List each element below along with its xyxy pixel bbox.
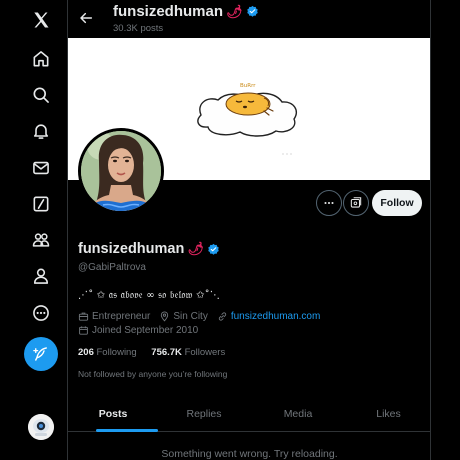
back-arrow-icon[interactable] — [76, 8, 96, 28]
followers-count: 756.7K — [151, 347, 182, 358]
tab-posts[interactable]: Posts — [68, 396, 158, 432]
grok-summary-button[interactable] — [343, 190, 369, 216]
chili-emoji: 🌶 — [187, 241, 204, 256]
profile-joined-row: Joined September 2010 — [78, 325, 198, 336]
profile-website-link[interactable]: funsizedhuman.com — [231, 311, 321, 322]
follow-counts: 206 Following 756.7K Followers — [78, 347, 225, 358]
profile-category: Entrepreneur — [92, 311, 151, 322]
grok-icon[interactable] — [22, 185, 60, 223]
tab-likes[interactable]: Likes — [346, 396, 430, 432]
profile-location: Sin City — [173, 311, 208, 322]
page-title: funsizedhuman 🌶 — [113, 3, 259, 20]
more-icon[interactable] — [22, 294, 60, 332]
following-label: Following — [96, 347, 137, 358]
followers-label: Followers — [184, 347, 226, 358]
notifications-icon[interactable] — [22, 112, 60, 150]
profile-meta-row: Entrepreneur Sin City funsizedhuman.com — [78, 311, 320, 322]
profile-bio: ⋰˚ ✩ 𝔞𝔰 𝔞𝔟𝔬𝔳𝔢 ∞ 𝔰𝔬 𝔟𝔢𝔩𝔬𝔴 ✩˚⋱ — [78, 290, 221, 301]
search-icon[interactable] — [22, 76, 60, 114]
account-avatar[interactable] — [28, 414, 54, 440]
location-pin-icon — [159, 311, 170, 322]
following-count: 206 — [78, 347, 94, 358]
more-options-button[interactable] — [316, 190, 342, 216]
calendar-icon — [78, 325, 89, 336]
follow-button[interactable]: Follow — [372, 190, 422, 216]
briefcase-icon — [78, 311, 89, 322]
display-name-text: funsizedhuman — [78, 241, 185, 257]
home-icon[interactable] — [22, 40, 60, 78]
post-button[interactable] — [24, 337, 58, 371]
ellipsis-icon — [324, 201, 334, 205]
profile-column: funsizedhuman 🌶 30.3K posts BuRrr Follow… — [68, 0, 431, 460]
profile-handle: @GabiPaltrova — [78, 262, 146, 273]
active-tab-indicator — [96, 429, 158, 432]
profile-display-name: funsizedhuman 🌶 — [78, 241, 220, 257]
followers-link[interactable]: 756.7K Followers — [151, 347, 225, 358]
tab-replies[interactable]: Replies — [158, 396, 250, 432]
banner-brrr-text: BuRrr — [240, 83, 256, 89]
messages-icon[interactable] — [22, 149, 60, 187]
profile-icon[interactable] — [22, 257, 60, 295]
profile-avatar[interactable] — [78, 128, 164, 214]
profile-tabs: Posts Replies Media Likes — [68, 396, 430, 432]
profile-joined-date: Joined September 2010 — [92, 325, 199, 336]
x-logo-icon[interactable] — [22, 1, 60, 39]
left-navigation — [0, 0, 68, 460]
feather-plus-icon — [33, 347, 47, 361]
not-followed-notice: Not followed by anyone you’re following — [78, 369, 228, 379]
posts-count: 30.3K posts — [113, 23, 164, 34]
header-name: funsizedhuman — [113, 3, 224, 20]
tab-media[interactable]: Media — [250, 396, 346, 432]
communities-icon[interactable] — [22, 221, 60, 259]
verified-badge-icon — [246, 5, 259, 18]
link-icon — [217, 311, 228, 322]
error-message: Something went wrong. Try reloading. — [161, 448, 338, 460]
following-link[interactable]: 206 Following — [78, 347, 137, 358]
chili-emoji: 🌶 — [226, 3, 243, 19]
profile-header-bar: funsizedhuman 🌶 30.3K posts — [68, 0, 430, 38]
verified-badge-icon — [207, 243, 220, 256]
grok-profile-icon — [350, 197, 362, 208]
